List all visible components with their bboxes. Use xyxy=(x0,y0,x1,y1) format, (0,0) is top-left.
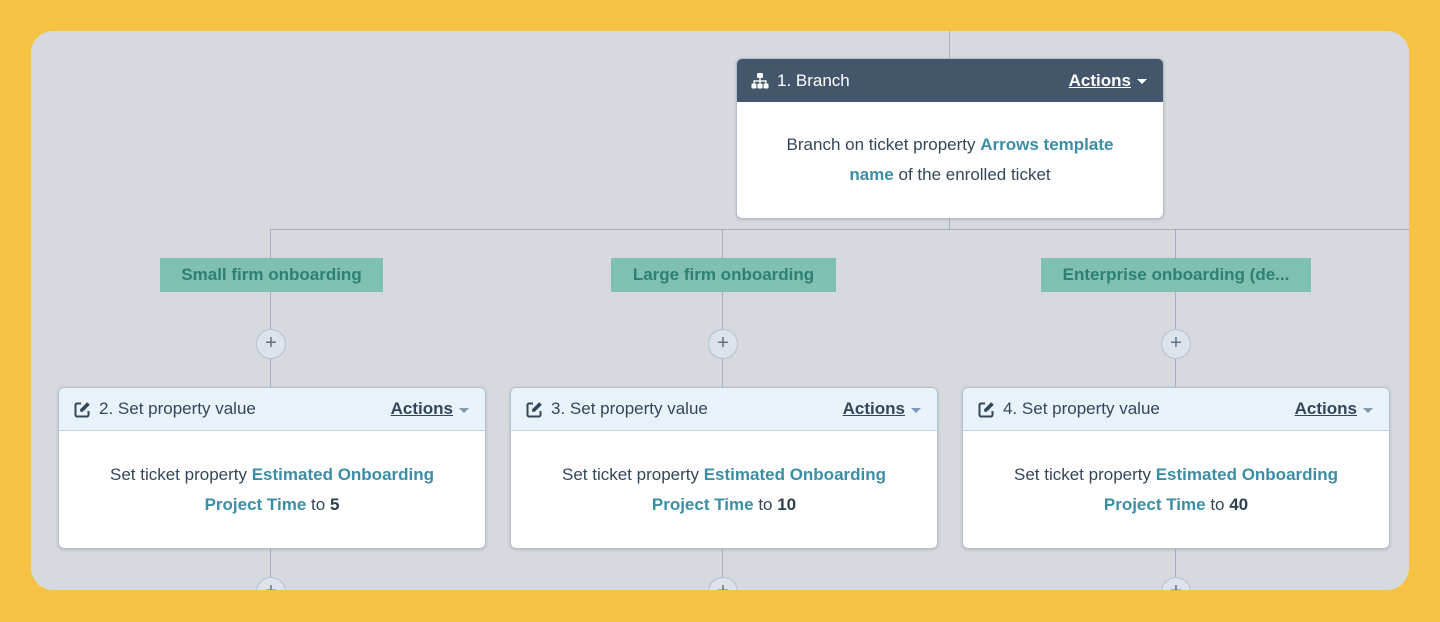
property-link-2[interactable]: Project Time xyxy=(205,495,307,514)
workflow-canvas: 1. Branch Actions Branch on ticket prope… xyxy=(31,31,1409,590)
card-body: Set ticket property Estimated Onboarding… xyxy=(963,431,1389,548)
branch-card-header: 1. Branch Actions xyxy=(737,59,1163,102)
connector-top xyxy=(949,31,950,58)
card-title: 4. Set property value xyxy=(1003,399,1160,418)
card-title: 2. Set property value xyxy=(99,399,256,418)
set-property-card[interactable]: 2. Set property value Actions Set ticket… xyxy=(58,387,486,549)
edit-square-icon xyxy=(73,400,91,418)
property-value: 10 xyxy=(777,494,797,514)
connector-branch-1 xyxy=(270,229,271,387)
card-text: Set ticket property xyxy=(1013,464,1156,484)
card-body: Set ticket property Estimated Onboarding… xyxy=(59,431,485,548)
caret-down-icon xyxy=(459,407,469,413)
property-link-2[interactable]: Project Time xyxy=(652,495,754,514)
actions-label: Actions xyxy=(390,399,453,418)
add-action-button[interactable]: + xyxy=(708,577,738,590)
card-text: Set ticket property xyxy=(109,464,252,484)
set-property-card-header: 4. Set property value Actions xyxy=(963,388,1389,431)
to-text: to xyxy=(1205,494,1230,514)
branch-label-small-firm[interactable]: Small firm onboarding xyxy=(160,258,383,292)
to-text: to xyxy=(753,494,778,514)
add-action-button[interactable]: + xyxy=(1161,577,1191,590)
add-action-button[interactable]: + xyxy=(256,329,286,359)
property-link-1[interactable]: Estimated Onboarding xyxy=(1156,465,1338,484)
caret-down-icon xyxy=(911,407,921,413)
branch-action-card[interactable]: 1. Branch Actions Branch on ticket prope… xyxy=(736,58,1164,219)
add-action-button[interactable]: + xyxy=(708,329,738,359)
set-property-card-header: 2. Set property value Actions xyxy=(59,388,485,431)
set-property-card[interactable]: 4. Set property value Actions Set ticket… xyxy=(962,387,1390,549)
branch-card-body: Branch on ticket property Arrows templat… xyxy=(737,102,1163,218)
branch-property-link-1[interactable]: Arrows template xyxy=(980,135,1113,154)
card-body: Set ticket property Estimated Onboarding… xyxy=(511,431,937,548)
connector-branch-3 xyxy=(1175,229,1176,387)
actions-dropdown[interactable]: Actions xyxy=(391,399,469,419)
set-property-card-header: 3. Set property value Actions xyxy=(511,388,937,431)
branch-actions-dropdown[interactable]: Actions xyxy=(1069,71,1147,91)
actions-dropdown[interactable]: Actions xyxy=(1295,399,1373,419)
branch-hierarchy-icon xyxy=(751,72,769,90)
add-action-button[interactable]: + xyxy=(1161,329,1191,359)
actions-label: Actions xyxy=(842,399,905,418)
set-property-card[interactable]: 3. Set property value Actions Set ticket… xyxy=(510,387,938,549)
card-text: Set ticket property xyxy=(561,464,704,484)
branch-card-title: 1. Branch xyxy=(777,70,850,90)
edit-square-icon xyxy=(977,400,995,418)
actions-dropdown[interactable]: Actions xyxy=(843,399,921,419)
property-link-1[interactable]: Estimated Onboarding xyxy=(252,465,434,484)
edit-square-icon xyxy=(525,400,543,418)
add-action-button[interactable]: + xyxy=(256,577,286,590)
branch-text-after: of the enrolled ticket xyxy=(893,165,1051,184)
property-value: 40 xyxy=(1229,494,1249,514)
branch-label-large-firm[interactable]: Large firm onboarding xyxy=(611,258,836,292)
property-link-1[interactable]: Estimated Onboarding xyxy=(704,465,886,484)
actions-label: Actions xyxy=(1068,70,1131,90)
actions-label: Actions xyxy=(1294,399,1357,418)
branch-label-enterprise[interactable]: Enterprise onboarding (de... xyxy=(1041,258,1311,292)
connector-branch-2 xyxy=(722,229,723,387)
caret-down-icon xyxy=(1137,79,1147,84)
branch-property-link-2[interactable]: name xyxy=(849,165,893,184)
to-text: to xyxy=(306,494,330,514)
property-link-2[interactable]: Project Time xyxy=(1104,495,1206,514)
connector-horizontal xyxy=(270,229,1409,230)
caret-down-icon xyxy=(1363,407,1373,413)
branch-text-before: Branch on ticket property xyxy=(786,135,981,154)
property-value: 5 xyxy=(329,494,340,514)
card-title: 3. Set property value xyxy=(551,399,708,418)
